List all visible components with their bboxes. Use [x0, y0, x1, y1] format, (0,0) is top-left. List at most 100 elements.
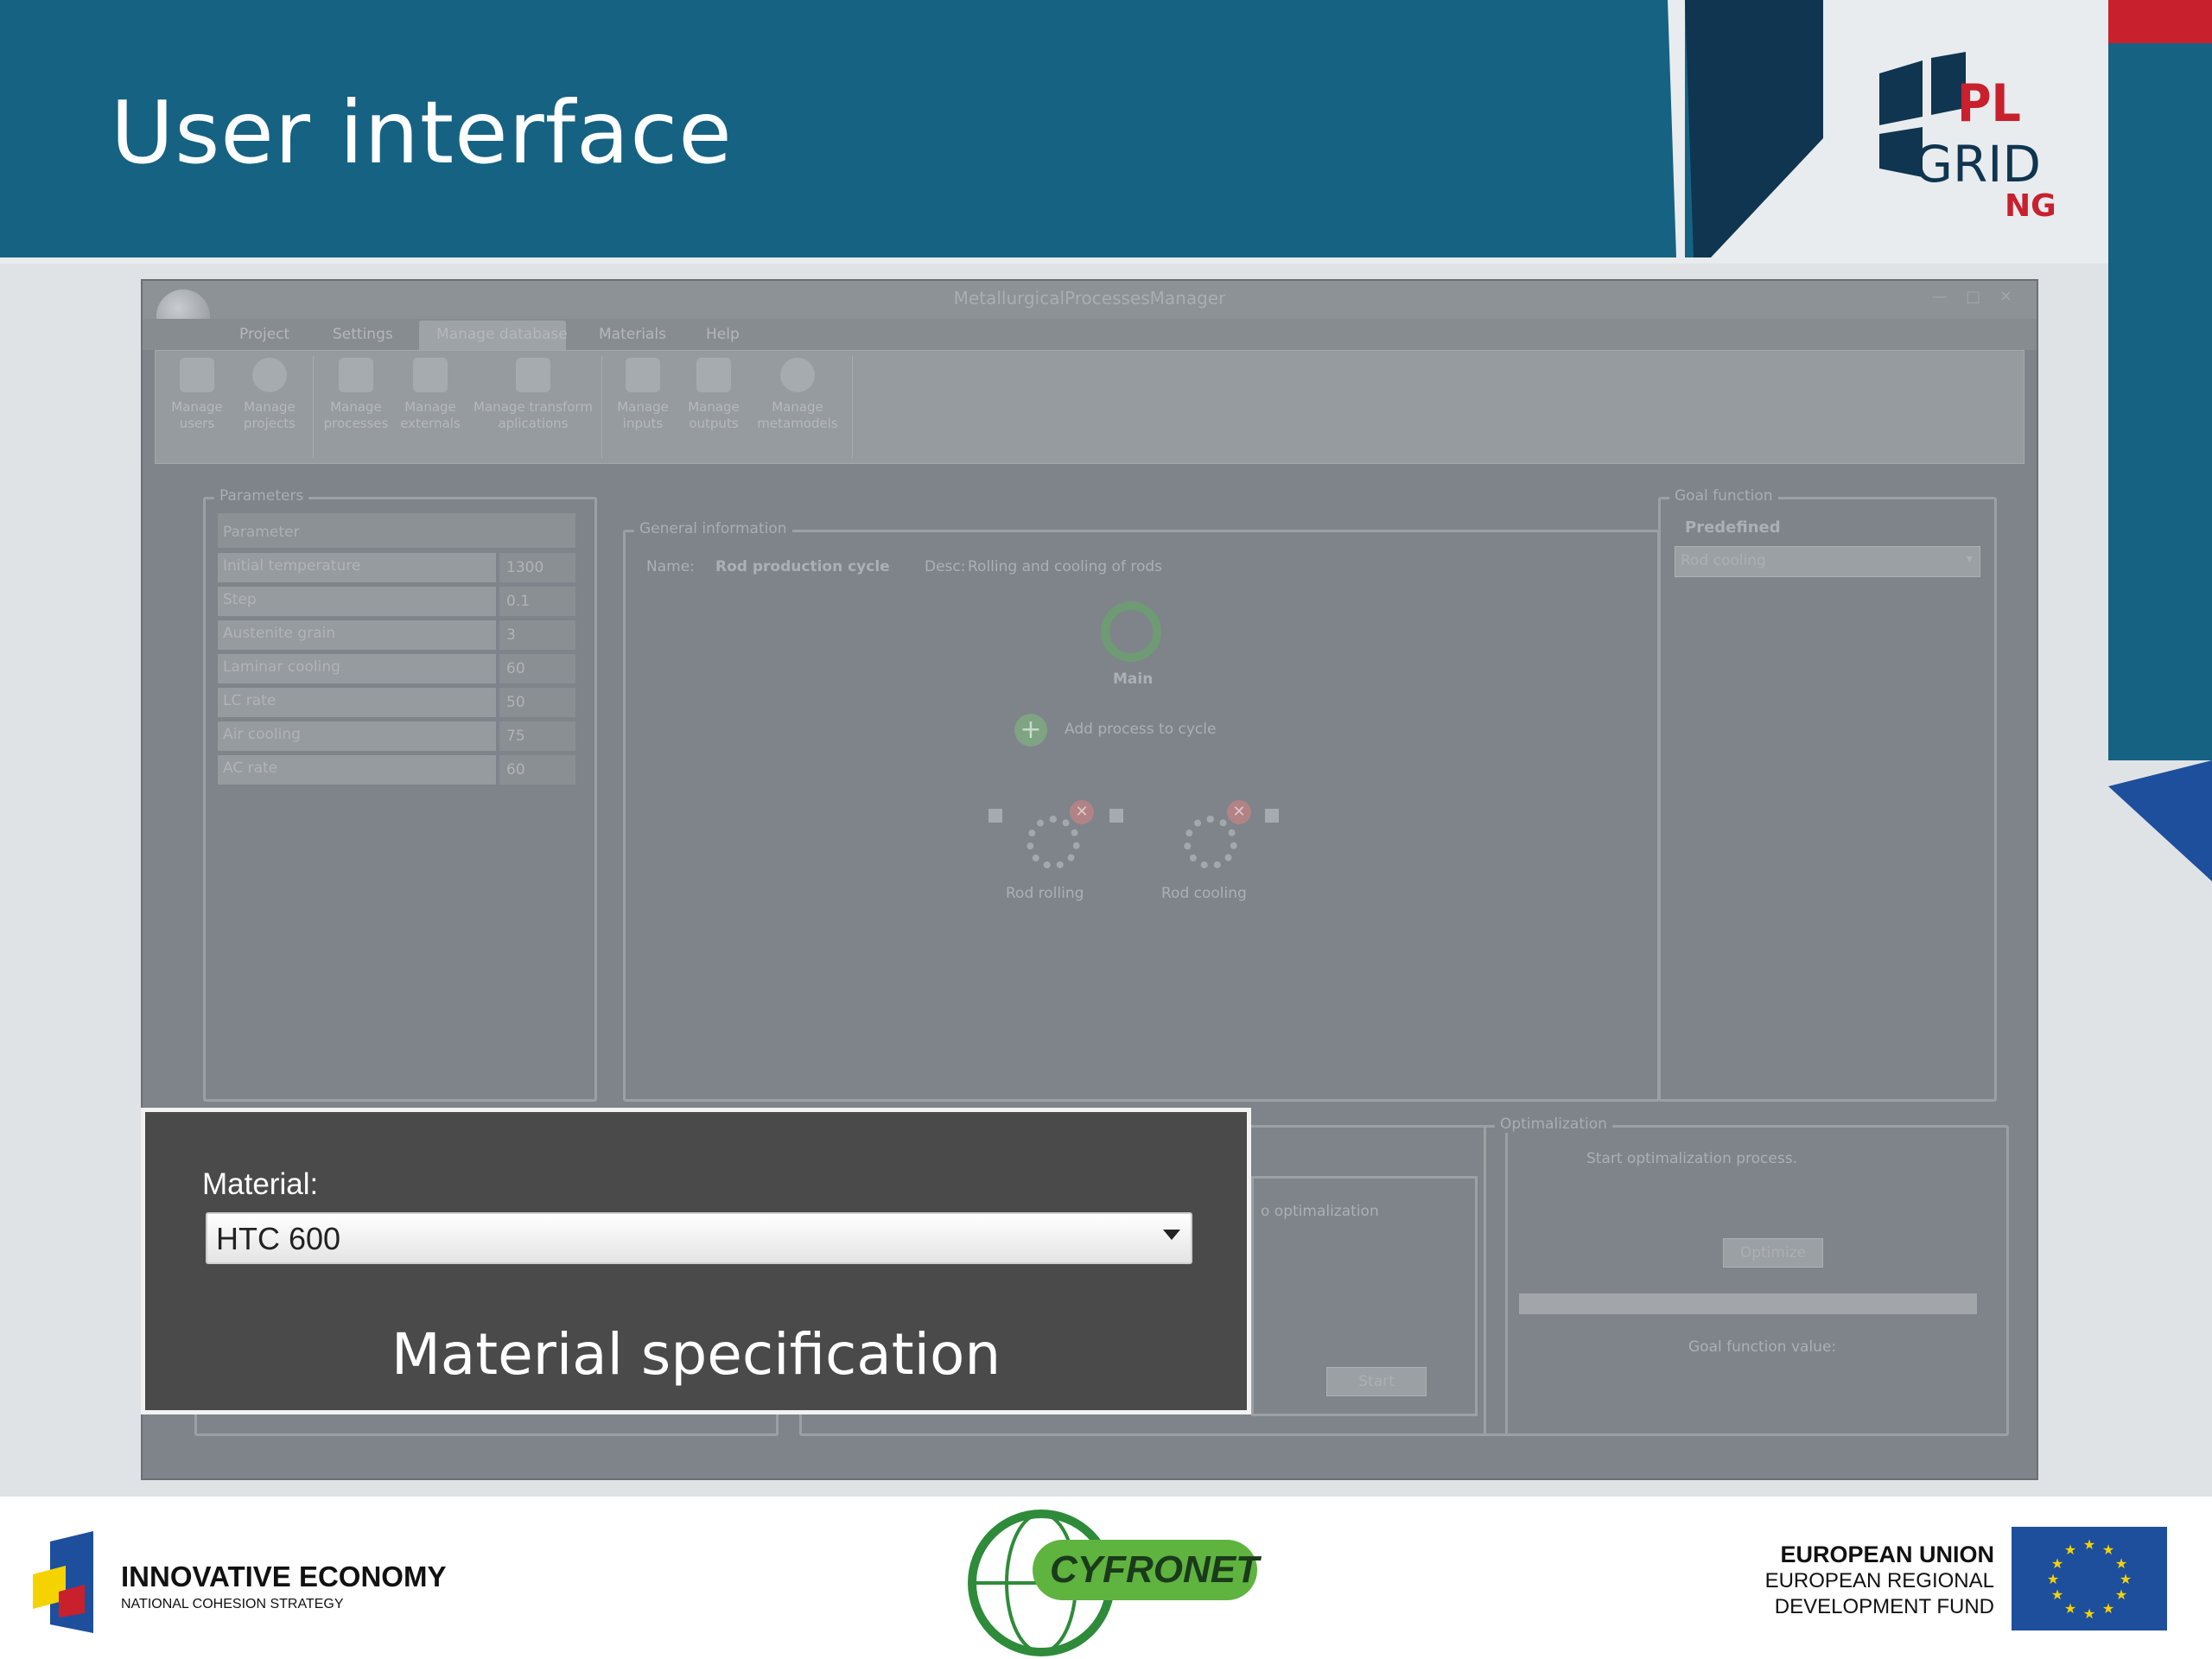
goal-function-selected: Rod cooling — [1681, 552, 1766, 569]
menu-settings[interactable]: Settings — [333, 326, 393, 343]
optimalization-panel: Optimalization Start optimalization proc… — [1484, 1116, 2009, 1436]
processes-icon — [339, 358, 373, 392]
right-accent-triangle — [2108, 760, 2212, 881]
svg-text:★: ★ — [2102, 1600, 2114, 1617]
table-row[interactable]: Laminar cooling 60 — [218, 654, 575, 685]
add-process-label[interactable]: Add process to cycle — [1065, 721, 1216, 738]
transform-icon — [516, 358, 550, 392]
general-information-panel: General information Name: Rod production… — [623, 520, 1660, 1102]
menu-help[interactable]: Help — [706, 326, 740, 343]
chevron-down-icon: ▾ — [1966, 552, 1973, 566]
page-title: User interface — [111, 82, 733, 183]
right-blue-band — [2108, 43, 2212, 760]
start-button[interactable]: Start — [1326, 1367, 1427, 1396]
manage-processes-button[interactable]: Manage processes — [320, 358, 392, 432]
cycle-description-value[interactable]: Rolling and cooling of rods — [968, 558, 1162, 575]
main-label: Main — [1113, 671, 1154, 688]
menu-materials[interactable]: Materials — [599, 326, 666, 343]
menu-project[interactable]: Project — [239, 326, 289, 343]
chevron-down-icon — [1163, 1230, 1180, 1240]
svg-text:★: ★ — [2083, 1536, 2095, 1553]
goal-function-label: Goal function — [1669, 487, 1778, 505]
material-select[interactable]: HTC 600 — [206, 1212, 1192, 1264]
svg-text:★: ★ — [2051, 1555, 2063, 1572]
cycle-name-value[interactable]: Rod production cycle — [715, 558, 890, 575]
predefined-label: Predefined — [1685, 518, 1781, 537]
manage-transform-button[interactable]: Manage transform aplications — [468, 358, 598, 432]
projects-icon — [252, 358, 287, 392]
innovative-economy-subtitle: NATIONAL COHESION STRATEGY — [121, 1597, 344, 1611]
table-row[interactable]: Air cooling 75 — [218, 721, 575, 753]
manage-projects-button[interactable]: Manage projects — [235, 358, 304, 432]
slide-footer: INNOVATIVE ECONOMY NATIONAL COHESION STR… — [0, 1497, 2212, 1659]
outputs-icon — [696, 358, 731, 392]
callout-caption: Material specification — [391, 1321, 1001, 1388]
innovative-economy-title: INNOVATIVE ECONOMY — [121, 1560, 447, 1592]
process-checkbox[interactable] — [988, 809, 1002, 823]
manage-outputs-button[interactable]: Manage outputs — [681, 358, 747, 432]
manage-users-button[interactable]: Manage users — [162, 358, 232, 432]
eu-title: EUROPEAN UNION — [1780, 1541, 1994, 1567]
logo-grid: GRID — [1914, 135, 2041, 194]
parameters-table-header: Parameter — [218, 513, 575, 548]
manage-inputs-button[interactable]: Manage inputs — [610, 358, 676, 432]
remove-process-icon[interactable]: ✕ — [1070, 800, 1094, 824]
inputs-icon — [626, 358, 660, 392]
eu-subtitle-line2: DEVELOPMENT FUND — [1774, 1595, 1994, 1618]
table-row[interactable]: Austenite grain 3 — [218, 620, 575, 652]
users-icon — [180, 358, 214, 392]
desc-label: Desc: — [925, 558, 966, 575]
gear-icon[interactable] — [1027, 816, 1080, 869]
table-row[interactable]: Initial temperature 1300 — [218, 553, 575, 584]
cyfronet-text: CYFRONET — [1050, 1548, 1259, 1591]
red-corner — [2108, 0, 2212, 43]
logo-pl: PL — [1957, 73, 2021, 134]
table-row[interactable]: Step 0.1 — [218, 587, 575, 618]
ribbon-separator — [852, 356, 853, 458]
process-checkbox[interactable] — [1265, 809, 1279, 823]
svg-text:★: ★ — [2051, 1586, 2063, 1603]
externals-icon — [413, 358, 448, 392]
optimalization-label: Optimalization — [1495, 1116, 1612, 1133]
refresh-cycle-icon[interactable] — [1101, 601, 1161, 662]
svg-text:★: ★ — [2115, 1586, 2127, 1603]
general-information-label: General information — [634, 520, 792, 537]
optimalization-start-text: Start optimalization process. — [1586, 1150, 1797, 1167]
manage-metamodels-button[interactable]: Manage metamodels — [752, 358, 843, 432]
header-accent-shape — [1668, 0, 1823, 257]
remove-process-icon[interactable]: ✕ — [1227, 800, 1251, 824]
svg-text:★: ★ — [2047, 1571, 2059, 1587]
ribbon-toolbar: Manage users Manage projects Manage proc… — [155, 350, 2024, 464]
add-process-icon[interactable]: + — [1014, 714, 1047, 747]
manage-externals-button[interactable]: Manage externals — [396, 358, 465, 432]
svg-text:★: ★ — [2120, 1571, 2132, 1587]
material-callout: Material: HTC 600 Material specification — [141, 1108, 1251, 1414]
table-row[interactable]: AC rate 60 — [218, 755, 575, 786]
name-label: Name: — [646, 558, 695, 575]
process-label-rod-cooling: Rod cooling — [1161, 885, 1247, 902]
slide-header: User interface PL GRID NG — [0, 0, 2212, 264]
optimize-button[interactable]: Optimize — [1723, 1238, 1823, 1268]
window-controls[interactable]: — □ ✕ — [1931, 288, 2019, 306]
optimalization-progress-bar — [1519, 1294, 1977, 1314]
goal-function-select[interactable]: Rod cooling ▾ — [1675, 546, 1980, 577]
logo-ng: NG — [2005, 188, 2056, 220]
metamodels-icon — [780, 358, 815, 392]
parameters-label: Parameters — [214, 487, 309, 505]
menu-manage-database[interactable]: Manage database — [436, 326, 568, 343]
process-checkbox[interactable] — [1109, 809, 1123, 823]
table-row[interactable]: LC rate 50 — [218, 688, 575, 719]
svg-text:★: ★ — [2102, 1541, 2114, 1558]
parameters-panel: Parameters Parameter Initial temperature… — [203, 487, 597, 1102]
gear-icon[interactable] — [1184, 816, 1237, 869]
window-titlebar: MetallurgicalProcessesManager — □ ✕ — [143, 281, 2037, 319]
ribbon-separator — [601, 356, 602, 458]
svg-text:★: ★ — [2115, 1555, 2127, 1572]
run-inner-box: o optimalization Start — [1251, 1176, 1478, 1416]
svg-text:★: ★ — [2064, 1541, 2076, 1558]
menu-bar: Project Settings Manage database Materia… — [143, 319, 2037, 350]
innovative-economy-logo — [33, 1531, 93, 1633]
goal-function-value-label: Goal function value: — [1688, 1338, 1837, 1356]
svg-text:★: ★ — [2083, 1605, 2095, 1622]
eu-subtitle-line1: EUROPEAN REGIONAL — [1764, 1569, 1994, 1592]
